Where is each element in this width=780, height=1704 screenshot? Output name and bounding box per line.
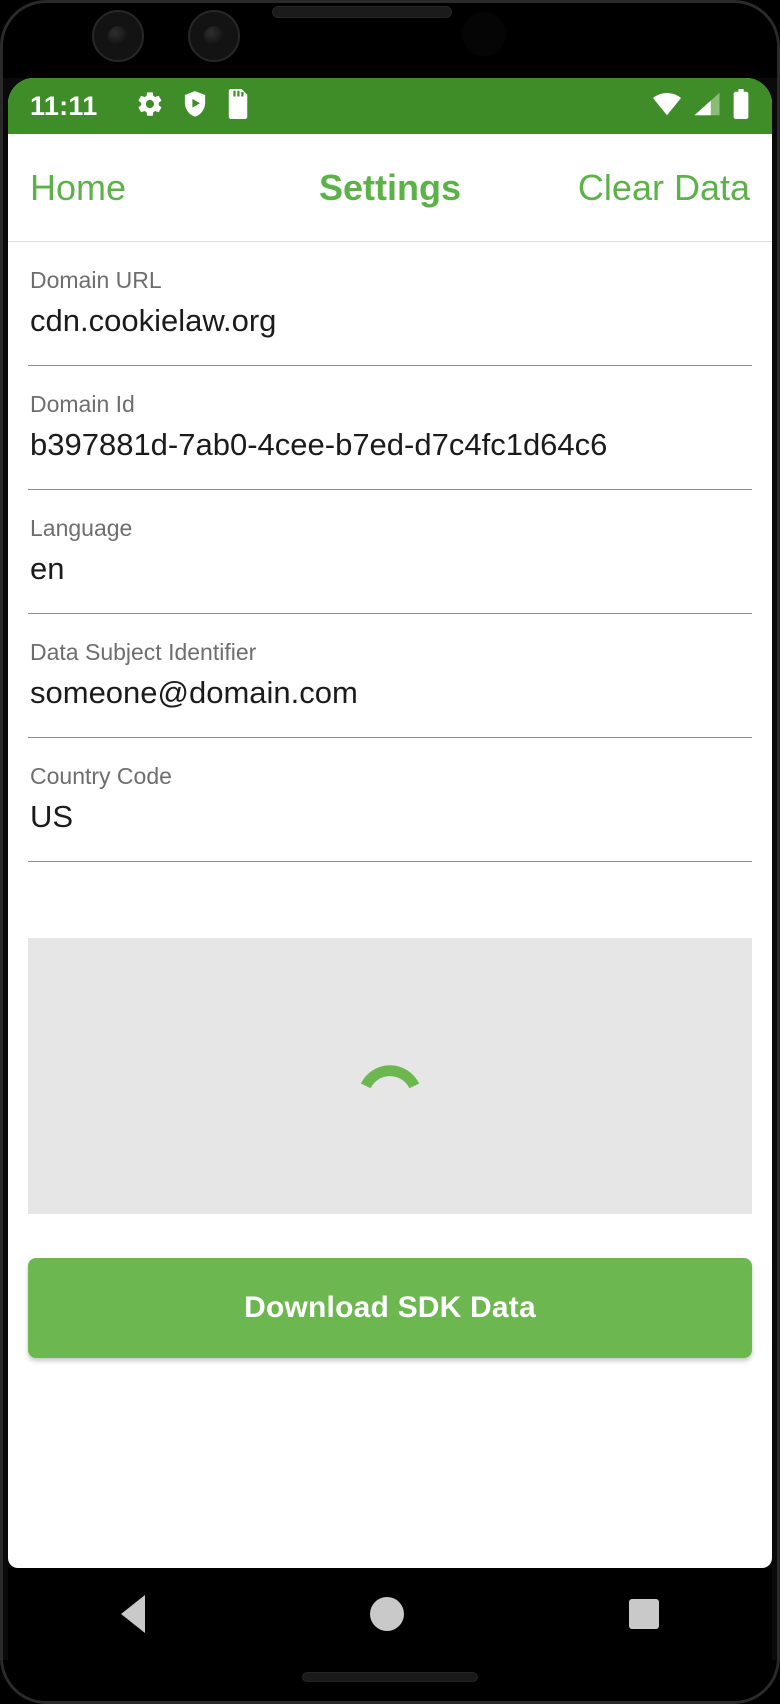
clear-data-button[interactable]: Clear Data [578, 167, 750, 209]
field-label: Country Code [30, 762, 172, 789]
field-country-code[interactable]: Country Code US [28, 738, 752, 862]
status-bar-right-group [652, 88, 750, 124]
field-label: Language [30, 514, 133, 541]
cellular-signal-icon [692, 91, 722, 122]
front-camera-secondary-icon [188, 10, 240, 62]
language-input[interactable]: en [30, 551, 750, 613]
phone-frame: 11:11 Home Settings Clear Data Domain UR… [0, 0, 780, 1704]
square-recents-icon[interactable] [629, 1599, 660, 1629]
home-back-button[interactable]: Home [30, 167, 126, 209]
field-domain-url[interactable]: Domain URL cdn.cookielaw.org [28, 242, 752, 366]
field-label: Domain URL [30, 267, 162, 293]
loading-panel [28, 937, 752, 1214]
system-navigation-bar [8, 1568, 772, 1660]
status-bar: 11:11 [8, 78, 772, 134]
field-data-subject-identifier[interactable]: Data Subject Identifier someone@domain.c… [28, 614, 752, 738]
field-language[interactable]: Language en [28, 490, 752, 614]
battery-icon [732, 88, 750, 124]
shield-play-icon [182, 90, 208, 123]
phone-top-hardware [0, 0, 780, 78]
data-subject-identifier-input[interactable]: someone@domain.com [30, 675, 750, 737]
wifi-icon [652, 91, 682, 122]
settings-form: Domain URL cdn.cookielaw.org Domain Id b… [8, 242, 772, 862]
sd-card-icon [226, 88, 250, 124]
earpiece-speaker [272, 6, 452, 18]
country-code-input[interactable]: US [30, 799, 750, 861]
gear-icon [136, 90, 164, 123]
download-button-container: Download SDK Data [8, 1214, 772, 1358]
loading-arc-icon [354, 1040, 426, 1112]
triangle-back-icon[interactable] [120, 1595, 145, 1633]
bottom-speaker-grille [302, 1672, 478, 1682]
app-bar: Home Settings Clear Data [8, 134, 772, 242]
download-sdk-data-button[interactable]: Download SDK Data [28, 1257, 752, 1358]
field-label: Data Subject Identifier [30, 638, 257, 665]
field-label: Domain Id [30, 390, 135, 417]
proximity-sensor [462, 12, 506, 56]
status-bar-clock: 11:11 [30, 90, 98, 121]
front-camera-icon [92, 10, 144, 62]
status-bar-left-group: 11:11 [30, 88, 652, 124]
field-domain-id[interactable]: Domain Id b397881d-7ab0-4cee-b7ed-d7c4fc… [28, 366, 752, 490]
domain-id-input[interactable]: b397881d-7ab0-4cee-b7ed-d7c4fc1d64c6 [30, 427, 750, 489]
domain-url-input[interactable]: cdn.cookielaw.org [30, 303, 750, 365]
phone-bottom-hardware [0, 1660, 780, 1704]
circle-home-icon[interactable] [369, 1597, 404, 1631]
phone-screen: 11:11 Home Settings Clear Data Domain UR… [8, 78, 772, 1568]
